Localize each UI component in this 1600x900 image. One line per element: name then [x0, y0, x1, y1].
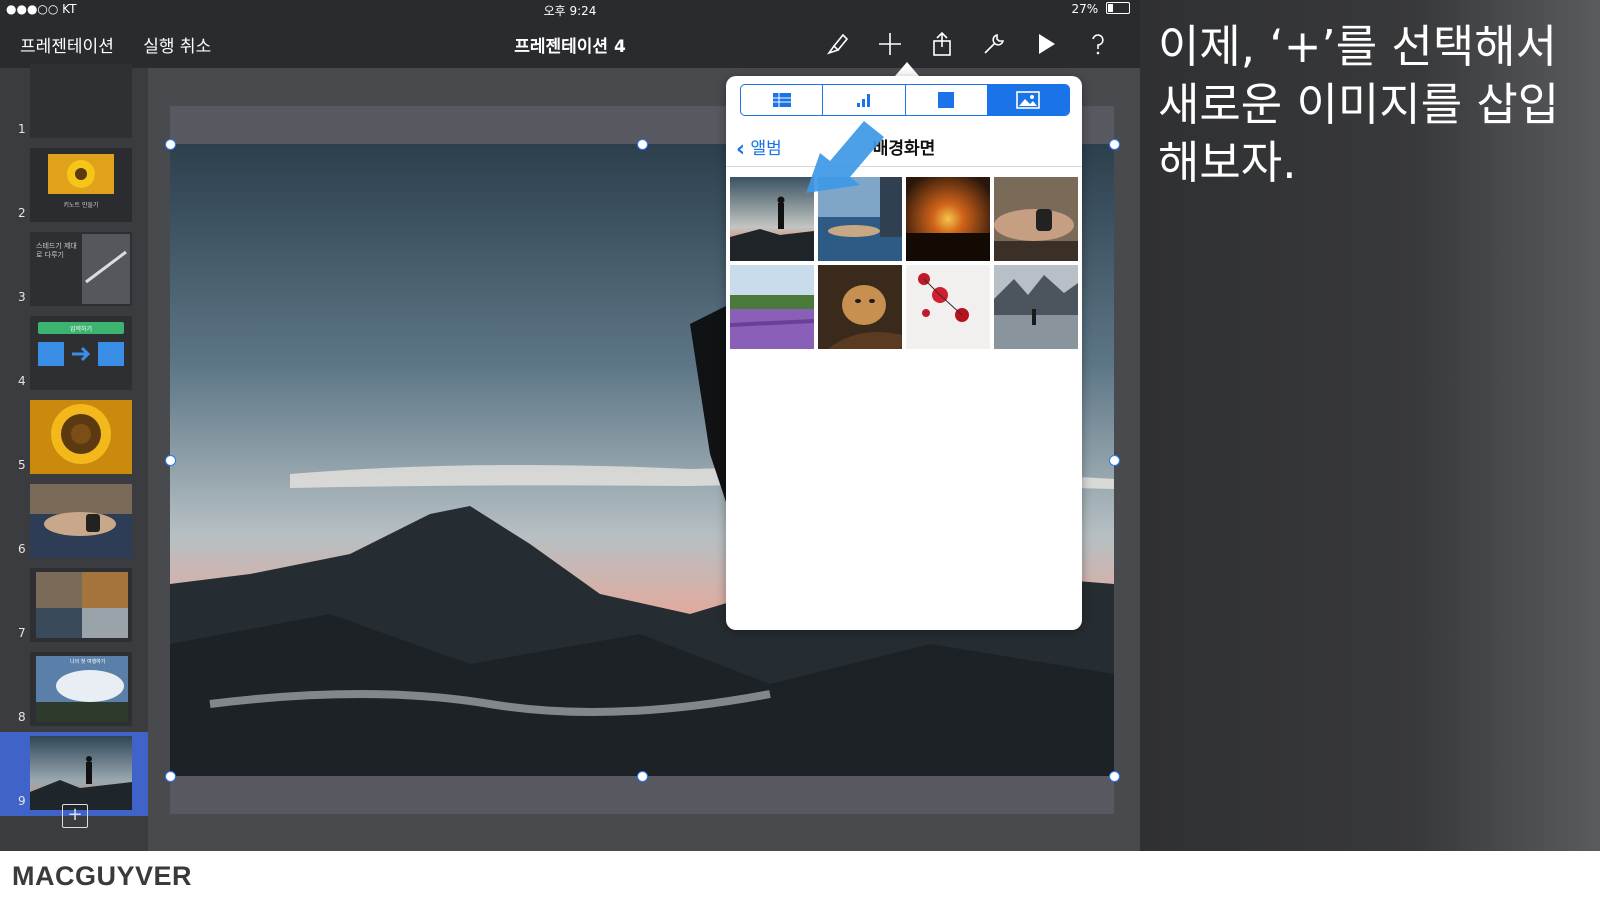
slide-number: 7: [18, 626, 26, 640]
slide-number: 1: [18, 122, 26, 136]
slide-preview: 입력하기: [30, 316, 132, 390]
instruction-caption: 이제, ‘+’를 선택해서 새로운 이미지를 삽입해보자.: [1158, 20, 1560, 189]
undo-button[interactable]: 실행 취소: [143, 37, 211, 57]
slide-navigator: 1 키노트 만들기 2 스테드기 제대로 다루기 3 입력하기 4 5 6 7 …: [0, 64, 148, 851]
slide-number: 8: [18, 710, 26, 724]
slide-preview: [30, 736, 132, 810]
album-nav: ‹ 앨범 배경화면: [726, 124, 1082, 167]
plus-square-icon: +: [67, 804, 83, 825]
brand-logo: MACGUYVER: [12, 861, 193, 891]
slide-caption: 입력하기: [69, 326, 93, 333]
help-icon[interactable]: [1072, 28, 1124, 60]
slide-thumbnail[interactable]: 6: [0, 480, 148, 564]
photo-thumbnail[interactable]: [994, 265, 1078, 349]
slide-preview: [30, 484, 132, 558]
slide-number: 6: [18, 542, 26, 556]
slide-preview: [30, 400, 132, 474]
battery-icon: [1106, 2, 1130, 14]
plus-icon[interactable]: [864, 28, 916, 60]
album-title: 배경화면: [872, 139, 936, 159]
play-icon[interactable]: [1020, 28, 1072, 60]
photo-thumbnail[interactable]: [906, 265, 990, 349]
slide-number: 5: [18, 458, 26, 472]
resize-handle-top[interactable]: [637, 139, 648, 150]
pointer-arrow-icon: [800, 115, 890, 199]
photo-thumbnail[interactable]: [730, 265, 814, 349]
image-icon[interactable]: [987, 85, 1069, 115]
slide-caption: 키노트 만들기: [63, 202, 99, 209]
toolbar: 프레젠테이션 실행 취소 프레젠테이션 4: [0, 20, 1140, 68]
battery-percent: 27%: [1071, 2, 1099, 16]
slide-preview: 나의 첫 여행하기: [30, 652, 132, 726]
photo-thumbnail[interactable]: [994, 177, 1078, 261]
resize-handle-bottom-right[interactable]: [1109, 771, 1120, 782]
toolbar-right: [812, 28, 1124, 60]
resize-handle-left[interactable]: [165, 455, 176, 466]
slide-number: 9: [18, 794, 26, 808]
ipad-screen: ●●●○○ KT 오후 9:24 27% 프레젠테이션 실행 취소 프레젠테이션…: [0, 0, 1140, 851]
chart-icon[interactable]: [823, 85, 906, 115]
paintbrush-icon[interactable]: [812, 28, 864, 60]
slide-thumbnail[interactable]: 5: [0, 396, 148, 480]
slide-preview: 스테드기 제대로 다루기: [30, 232, 132, 306]
slide-thumbnail[interactable]: 7: [0, 564, 148, 648]
slide-thumbnail[interactable]: 나의 첫 여행하기 8: [0, 648, 148, 732]
slide-preview: [30, 64, 132, 138]
insert-popover: ‹ 앨범 배경화면: [726, 76, 1082, 630]
resize-handle-bottom[interactable]: [637, 771, 648, 782]
slide-preview: [30, 568, 132, 642]
slide-thumbnail[interactable]: 스테드기 제대로 다루기 3: [0, 228, 148, 312]
slide-number: 3: [18, 290, 26, 304]
slide-thumbnail[interactable]: 1: [0, 60, 148, 144]
slide-number: 4: [18, 374, 26, 388]
photo-thumbnail[interactable]: [906, 177, 990, 261]
slide-caption: 나의 첫 여행하기: [70, 659, 106, 665]
insert-type-tabs: [740, 84, 1070, 116]
add-slide-button[interactable]: +: [62, 804, 88, 828]
shape-icon[interactable]: [906, 85, 988, 115]
resize-handle-top-right[interactable]: [1109, 139, 1120, 150]
battery-status: 27%: [1071, 2, 1130, 16]
share-icon[interactable]: [916, 28, 968, 60]
footer: MACGUYVER: [0, 851, 1600, 900]
presentations-button[interactable]: 프레젠테이션: [20, 37, 114, 57]
wrench-icon[interactable]: [968, 28, 1020, 60]
status-bar: ●●●○○ KT 오후 9:24 27%: [0, 0, 1140, 20]
slide-thumbnail[interactable]: 키노트 만들기 2: [0, 144, 148, 228]
popover-arrow: [895, 62, 919, 76]
resize-handle-bottom-left[interactable]: [165, 771, 176, 782]
slide-preview: 키노트 만들기: [30, 148, 132, 222]
toolbar-left: 프레젠테이션 실행 취소: [20, 32, 235, 57]
slide-thumbnail[interactable]: 입력하기 4: [0, 312, 148, 396]
resize-handle-right[interactable]: [1109, 455, 1120, 466]
photo-thumbnail[interactable]: [818, 265, 902, 349]
table-icon[interactable]: [741, 85, 824, 115]
slide-caption: 스테드기 제대로 다루기: [36, 242, 77, 259]
status-time: 오후 9:24: [543, 4, 597, 18]
resize-handle-top-left[interactable]: [165, 139, 176, 150]
slide-number: 2: [18, 206, 26, 220]
instruction-panel: 이제, ‘+’를 선택해서 새로운 이미지를 삽입해보자.: [1140, 0, 1600, 851]
